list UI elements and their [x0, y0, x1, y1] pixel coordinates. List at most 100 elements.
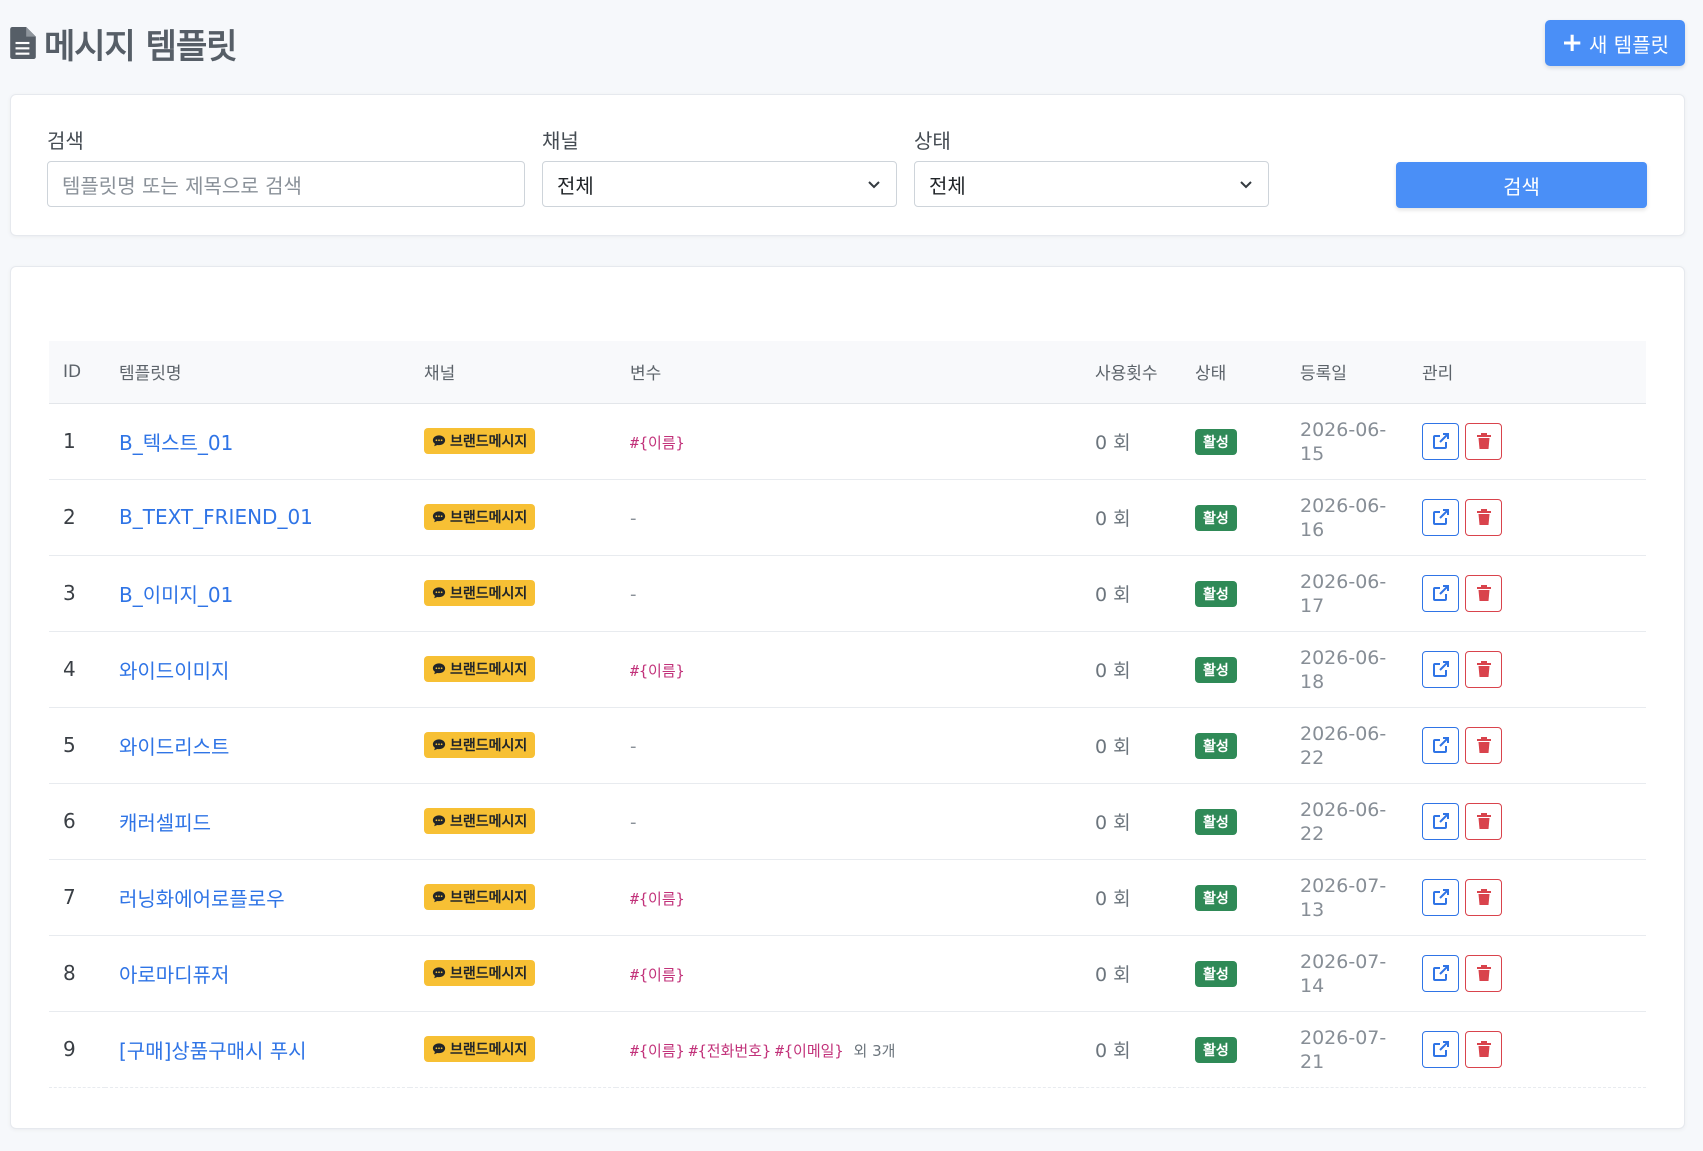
- cell-channel: 브랜드메시지: [410, 783, 616, 860]
- variable-tag: #{이름}: [630, 434, 685, 452]
- chat-bubble-icon: [432, 967, 446, 979]
- channel-badge: 브랜드메시지: [424, 808, 536, 834]
- edit-button[interactable]: [1422, 1030, 1459, 1068]
- registered-date: 2026-06-22: [1300, 723, 1387, 769]
- cell-usage: 0 회: [1081, 403, 1181, 480]
- channel-badge: 브랜드메시지: [424, 1036, 536, 1062]
- templates-table: ID 템플릿명 채널 변수 사용횟수 상태 등록일 관리 1 B_텍스트_01 브랜드메시지 #{이…: [49, 341, 1646, 1088]
- channel-badge-label: 브랜드메시지: [450, 510, 528, 526]
- cell-id: 7: [49, 859, 105, 936]
- row-actions: [1422, 498, 1646, 536]
- table-row: 2 B_TEXT_FRIEND_01 브랜드메시지 - 0 회 활성 2026-06-16: [49, 479, 1646, 556]
- channel-badge-label: 브랜드메시지: [450, 738, 528, 754]
- page-header: 메시지 템플릿 + 새 템플릿: [10, 18, 1685, 68]
- row-actions: [1422, 878, 1646, 916]
- delete-button[interactable]: [1465, 650, 1502, 688]
- edit-button[interactable]: [1422, 422, 1459, 460]
- search-button[interactable]: 검색: [1396, 162, 1647, 208]
- variable-tag: #{이메일}: [775, 1042, 844, 1060]
- delete-button[interactable]: [1465, 954, 1502, 992]
- external-link-icon: [1432, 585, 1449, 601]
- chat-bubble-icon: [432, 663, 446, 675]
- delete-button[interactable]: [1465, 422, 1502, 460]
- table-row: 8 아로마디퓨저 브랜드메시지 #{이름} 0 회 활성 2026-07-14: [49, 935, 1646, 1012]
- new-template-button[interactable]: + 새 템플릿: [1545, 20, 1685, 66]
- registered-date: 2026-06-22: [1300, 799, 1387, 845]
- template-name-link[interactable]: [구매]상품구매시 푸시: [119, 1039, 307, 1063]
- cell-date: 2026-06-15: [1286, 403, 1408, 480]
- variable-tag: #{이름}: [630, 662, 685, 680]
- cell-status: 활성: [1181, 631, 1286, 708]
- delete-button[interactable]: [1465, 574, 1502, 612]
- cell-actions: [1408, 707, 1646, 784]
- edit-button[interactable]: [1422, 954, 1459, 992]
- usage-count: 0 회: [1095, 887, 1131, 910]
- row-actions: [1422, 574, 1646, 612]
- template-name-link[interactable]: 러닝화에어로플로우: [119, 887, 285, 911]
- cell-status: 활성: [1181, 1011, 1286, 1088]
- edit-button[interactable]: [1422, 574, 1459, 612]
- cell-actions: [1408, 1011, 1646, 1088]
- cell-actions: [1408, 555, 1646, 632]
- cell-variables: #{이름} #{전화번호} #{이메일} 외 3개: [616, 1011, 1081, 1088]
- template-name-link[interactable]: B_텍스트_01: [119, 431, 233, 455]
- cell-usage: 0 회: [1081, 935, 1181, 1012]
- delete-button[interactable]: [1465, 802, 1502, 840]
- template-name-link[interactable]: B_이미지_01: [119, 583, 233, 607]
- delete-button[interactable]: [1465, 498, 1502, 536]
- cell-variables: #{이름}: [616, 403, 1081, 480]
- cell-date: 2026-06-22: [1286, 707, 1408, 784]
- chat-bubble-icon: [432, 1043, 446, 1055]
- registered-date: 2026-06-15: [1300, 419, 1387, 465]
- usage-count: 0 회: [1095, 735, 1131, 758]
- column-header: 변수: [616, 341, 1081, 404]
- search-input[interactable]: 템플릿명 또는 제목으로 검색: [47, 161, 525, 207]
- cell-usage: 0 회: [1081, 479, 1181, 556]
- cell-channel: 브랜드메시지: [410, 1011, 616, 1088]
- chat-bubble-icon: [432, 511, 446, 523]
- channel-badge-label: 브랜드메시지: [450, 890, 528, 906]
- template-name-link[interactable]: 와이드리스트: [119, 735, 229, 759]
- template-name-link[interactable]: 와이드이미지: [119, 659, 229, 683]
- channel-badge-label: 브랜드메시지: [450, 434, 528, 450]
- edit-button[interactable]: [1422, 498, 1459, 536]
- delete-button[interactable]: [1465, 878, 1502, 916]
- status-select[interactable]: 전체: [914, 161, 1269, 207]
- row-actions: [1422, 954, 1646, 992]
- delete-button[interactable]: [1465, 726, 1502, 764]
- edit-button[interactable]: [1422, 878, 1459, 916]
- cell-variables: #{이름}: [616, 859, 1081, 936]
- edit-button[interactable]: [1422, 802, 1459, 840]
- edit-button[interactable]: [1422, 726, 1459, 764]
- cell-status: 활성: [1181, 403, 1286, 480]
- column-header: 채널: [410, 341, 616, 404]
- cell-name: 아로마디퓨저: [105, 935, 410, 1012]
- chat-bubble-icon: [432, 891, 446, 903]
- template-name-link[interactable]: 아로마디퓨저: [119, 963, 229, 987]
- no-variables: -: [630, 812, 637, 833]
- cell-variables: -: [616, 555, 1081, 632]
- cell-variables: #{이름}: [616, 631, 1081, 708]
- row-actions: [1422, 1030, 1646, 1068]
- channel-badge-label: 브랜드메시지: [450, 1042, 528, 1058]
- delete-button[interactable]: [1465, 1030, 1502, 1068]
- channel-badge: 브랜드메시지: [424, 428, 536, 454]
- no-variables: -: [630, 508, 637, 529]
- cell-status: 활성: [1181, 783, 1286, 860]
- cell-usage: 0 회: [1081, 707, 1181, 784]
- template-name-link[interactable]: B_TEXT_FRIEND_01: [119, 505, 313, 529]
- channel-select[interactable]: 전체: [542, 161, 897, 207]
- cell-actions: [1408, 783, 1646, 860]
- variable-tag: #{이름}: [630, 966, 685, 984]
- edit-button[interactable]: [1422, 650, 1459, 688]
- trash-icon: [1476, 585, 1491, 601]
- variable-tag: #{전화번호}: [688, 1042, 771, 1060]
- trash-icon: [1476, 661, 1491, 677]
- status-badge: 활성: [1195, 884, 1237, 911]
- cell-variables: -: [616, 479, 1081, 556]
- template-name-link[interactable]: 캐러셀피드: [119, 811, 211, 835]
- cell-usage: 0 회: [1081, 1011, 1181, 1088]
- row-actions: [1422, 422, 1646, 460]
- cell-id: 3: [49, 555, 105, 632]
- channel-badge-label: 브랜드메시지: [450, 966, 528, 982]
